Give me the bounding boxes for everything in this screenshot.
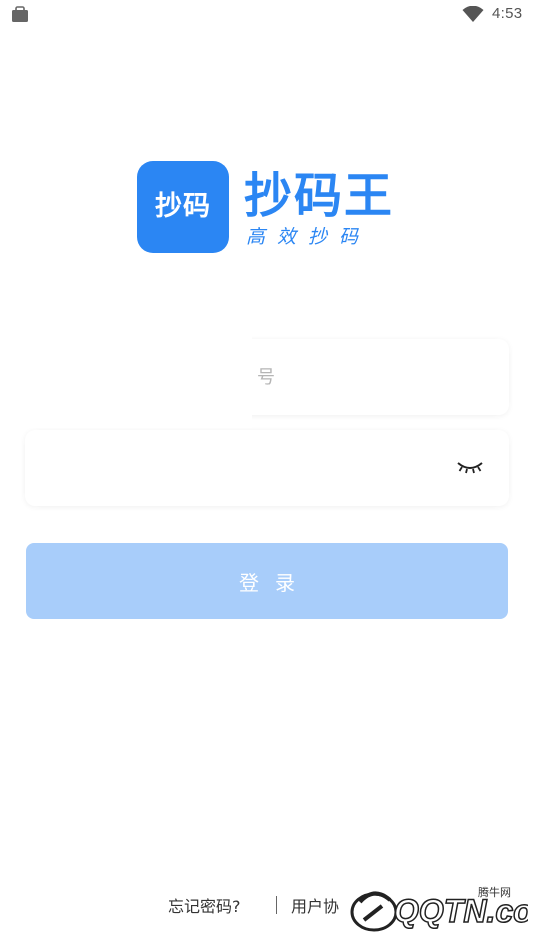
wifi-icon [462, 6, 484, 22]
footer-divider [276, 896, 277, 914]
status-bar: 4:53 [0, 0, 534, 30]
login-button[interactable]: 登录 [26, 543, 508, 619]
overlay-panel [0, 328, 252, 428]
watermark-logo: QQTN.com 腾牛网 [350, 885, 528, 932]
forgot-password-link[interactable]: 忘记密码? [168, 893, 241, 917]
app-logo-tile: 抄码 [137, 161, 229, 253]
app-name: 抄码王 [244, 168, 395, 224]
watermark-site-name: 腾牛网 [478, 885, 511, 899]
status-time: 4:53 [492, 5, 523, 22]
password-field [25, 430, 509, 506]
user-agreement-link[interactable]: 用户协 [291, 893, 339, 917]
bag-icon [12, 6, 28, 22]
logo-tile-text: 抄码 [155, 191, 211, 222]
app-slogan: 高效抄码 [246, 226, 371, 248]
password-input[interactable] [25, 430, 509, 506]
eye-closed-icon[interactable] [456, 459, 484, 475]
